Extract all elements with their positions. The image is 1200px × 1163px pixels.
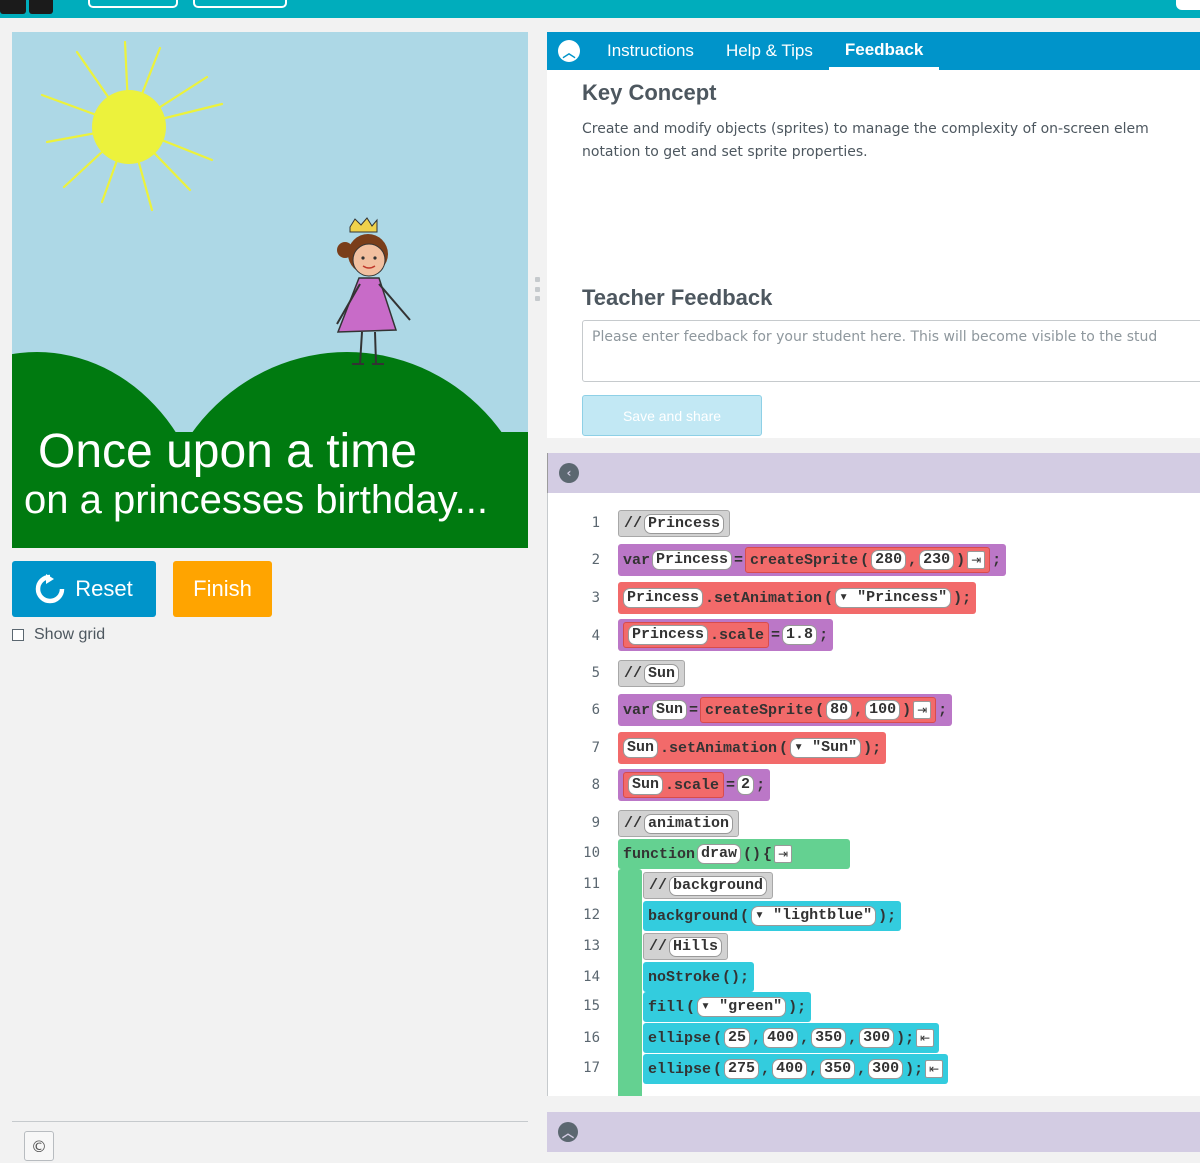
- background-block[interactable]: background(▾ "lightblue");: [643, 901, 902, 931]
- line-number: 13: [583, 938, 600, 954]
- arrow-right-icon[interactable]: ⇥: [967, 551, 986, 569]
- comment-block[interactable]: //Hills: [643, 933, 729, 960]
- chevron-up-icon: ︿: [558, 40, 580, 62]
- line-number: 1: [591, 515, 600, 531]
- line-number: 15: [583, 998, 600, 1014]
- tab-instructions[interactable]: Instructions: [591, 32, 710, 70]
- line-number: 2: [591, 552, 600, 568]
- resize-handle[interactable]: [535, 277, 540, 301]
- line-number: 4: [591, 628, 600, 644]
- line-number: 7: [591, 740, 600, 756]
- story-text-line-1: Once upon a time: [38, 425, 417, 478]
- create-sprite-block[interactable]: createSprite(280, 230) ⇥: [745, 547, 991, 573]
- comment-block[interactable]: //Sun: [618, 660, 686, 687]
- dropdown-arg[interactable]: ▾ "Sun": [790, 738, 862, 758]
- chevron-up-icon[interactable]: ︿: [558, 1122, 578, 1142]
- create-sprite-block[interactable]: createSprite(80, 100) ⇥: [700, 697, 937, 723]
- reset-icon: [36, 574, 65, 604]
- line-number: 16: [583, 1030, 600, 1046]
- line-number: 8: [591, 777, 600, 793]
- comment-block[interactable]: //background: [643, 872, 774, 899]
- comment-block[interactable]: //animation: [618, 810, 740, 837]
- nav-button-1[interactable]: [88, 0, 178, 8]
- dropdown-arg[interactable]: ▾ "Princess": [835, 588, 952, 608]
- var-block[interactable]: var Sun = createSprite(80, 100) ⇥ ;: [618, 694, 953, 726]
- top-bar: [0, 0, 1200, 18]
- key-concept-line-2: notation to get and set sprite propertie…: [582, 144, 868, 160]
- key-concept-heading: Key Concept: [582, 80, 717, 105]
- arrow-right-icon[interactable]: ⇥: [774, 845, 793, 863]
- tab-help-tips[interactable]: Help & Tips: [710, 32, 829, 70]
- show-grid-checkbox[interactable]: [12, 629, 24, 641]
- function-draw-block[interactable]: function draw () { ⇥: [618, 839, 797, 869]
- arrow-right-icon[interactable]: ⇥: [913, 701, 932, 719]
- reset-label: Reset: [75, 576, 133, 601]
- line-number: 6: [591, 702, 600, 718]
- code-org-logo[interactable]: [0, 0, 56, 14]
- feedback-input[interactable]: Please enter feedback for your student h…: [582, 320, 1200, 382]
- show-grid-label: Show grid: [34, 626, 106, 643]
- finish-button[interactable]: Finish: [173, 561, 272, 617]
- code-workspace[interactable]: 1 2 3 4 5 6 7 8 9 10 11 12 13 14 15 16 1…: [547, 493, 1200, 1096]
- scale-block[interactable]: Princess .scale = 1.8;: [618, 619, 834, 651]
- game-canvas[interactable]: Once upon a time on a princesses birthda…: [12, 32, 528, 548]
- dropdown-arg[interactable]: ▾ "lightblue": [751, 906, 877, 926]
- ellipse-block[interactable]: ellipse (275, 400, 350, 300); ⇤: [643, 1054, 949, 1084]
- arrow-left-icon[interactable]: ⇤: [925, 1060, 944, 1078]
- key-concept-text: Create and modify objects (sprites) to m…: [582, 118, 1200, 164]
- line-number: 17: [583, 1060, 600, 1076]
- comment-block[interactable]: //Princess: [618, 510, 731, 537]
- line-number: 5: [591, 665, 600, 681]
- line-number: 3: [591, 590, 600, 606]
- tab-feedback[interactable]: Feedback: [828, 32, 940, 70]
- divider: [12, 1121, 528, 1122]
- no-stroke-block[interactable]: noStroke ();: [643, 962, 755, 992]
- teacher-feedback-heading: Teacher Feedback: [582, 285, 773, 310]
- chevron-left-icon[interactable]: ‹: [559, 463, 579, 483]
- var-block[interactable]: var Princess = createSprite(280, 230) ⇥ ;: [618, 544, 1007, 576]
- set-animation-block[interactable]: Princess .setAnimation(▾ "Princess");: [618, 582, 977, 614]
- story-text-line-2: on a princesses birthday...: [24, 478, 488, 522]
- nav-button-2[interactable]: [193, 0, 287, 8]
- fill-block[interactable]: fill (▾ "green");: [643, 992, 812, 1022]
- workspace-footer: ︿: [547, 1112, 1200, 1152]
- workspace-header: ‹: [547, 453, 1200, 493]
- reset-button[interactable]: Reset: [12, 561, 156, 617]
- save-and-share-button[interactable]: Save and share: [582, 395, 762, 436]
- key-concept-line-1: Create and modify objects (sprites) to m…: [582, 121, 1149, 137]
- copyright-icon[interactable]: ©: [24, 1131, 54, 1161]
- scale-block[interactable]: Sun .scale = 2;: [618, 769, 771, 801]
- instructions-body: Key Concept Create and modify objects (s…: [547, 70, 1200, 438]
- line-number: 12: [583, 907, 600, 923]
- instructions-tab-bar: ︿ Instructions Help & Tips Feedback: [547, 32, 1200, 70]
- ellipse-block[interactable]: ellipse (25, 400, 350, 300); ⇤: [643, 1023, 940, 1053]
- arrow-left-icon[interactable]: ⇤: [916, 1029, 935, 1047]
- function-body-spine: [618, 869, 642, 1096]
- line-number: 9: [591, 815, 600, 831]
- set-animation-block[interactable]: Sun .setAnimation(▾ "Sun");: [618, 732, 887, 764]
- line-number: 11: [583, 876, 600, 892]
- user-menu[interactable]: [1176, 0, 1200, 10]
- line-number: 14: [583, 969, 600, 985]
- dropdown-arg[interactable]: ▾ "green": [697, 997, 787, 1017]
- line-number: 10: [583, 845, 600, 861]
- collapse-instructions-button[interactable]: ︿: [547, 32, 591, 70]
- show-grid-toggle[interactable]: Show grid: [12, 626, 105, 644]
